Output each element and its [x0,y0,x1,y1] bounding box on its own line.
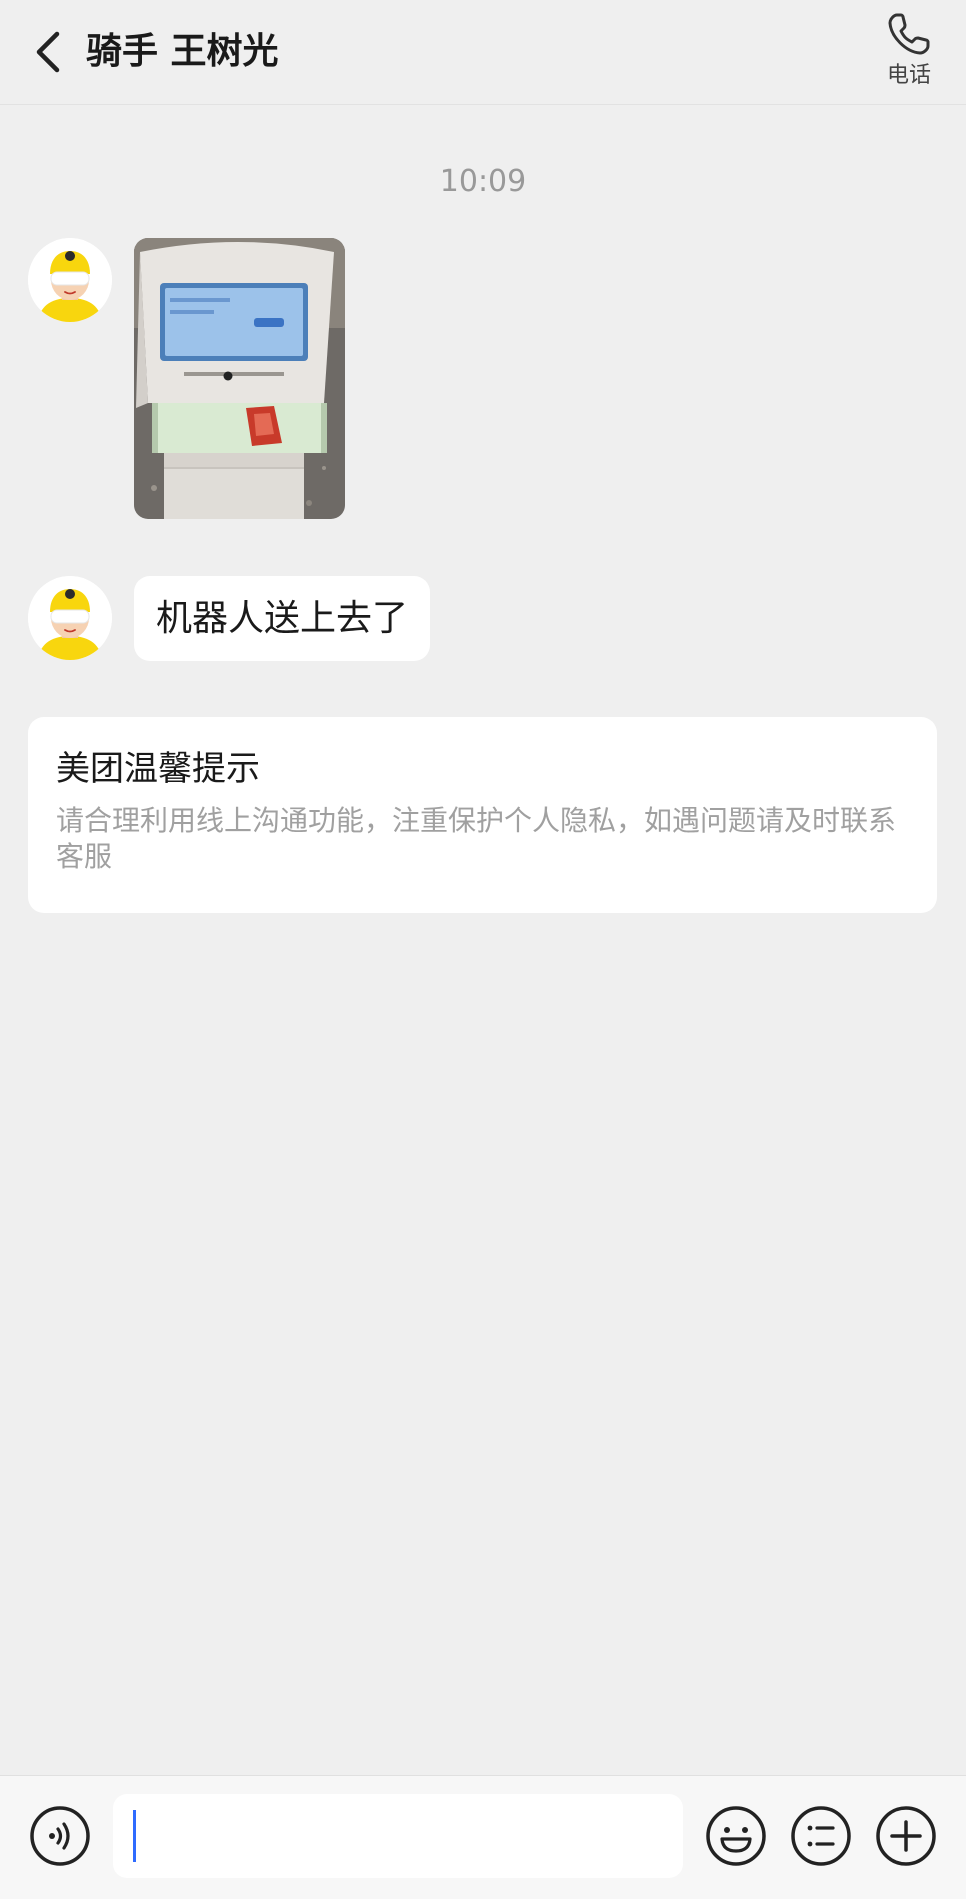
image-message[interactable] [134,238,345,519]
safety-tip-card: 美团温馨提示 请合理利用线上沟通功能，注重保护个人隐私，如遇问题请及时联系客服 [28,717,937,913]
phone-icon [888,13,930,55]
text-message-bubble[interactable]: 机器人送上去了 [134,576,431,661]
rider-avatar[interactable] [28,576,112,660]
add-button[interactable] [874,1804,938,1868]
call-button[interactable]: 电话 [874,10,944,100]
tip-body: 请合理利用线上沟通功能，注重保护个人隐私，如遇问题请及时联系客服 [56,804,897,873]
robot-delivery-photo [134,238,345,519]
input-bar [0,1775,966,1899]
emoji-icon [706,1806,766,1866]
rider-avatar-icon [28,576,112,660]
message-input[interactable] [113,1794,683,1878]
chevron-left-icon [36,31,60,73]
voice-button[interactable] [28,1804,92,1868]
back-button[interactable] [22,22,74,82]
message-timestamp: 10:09 [439,164,527,199]
add-icon [876,1806,936,1866]
tip-title: 美团温馨提示 [56,749,260,789]
emoji-button[interactable] [704,1804,768,1868]
voice-icon [30,1806,90,1866]
text-cursor [133,1810,136,1862]
rider-avatar[interactable] [28,238,112,322]
rider-avatar-icon [28,238,112,322]
page-title: 骑手 王树光 [86,31,279,72]
call-label: 电话 [886,63,931,88]
quick-reply-button[interactable] [789,1804,853,1868]
quick-reply-icon [791,1806,851,1866]
chat-header: 骑手 王树光 电话 [0,0,966,105]
